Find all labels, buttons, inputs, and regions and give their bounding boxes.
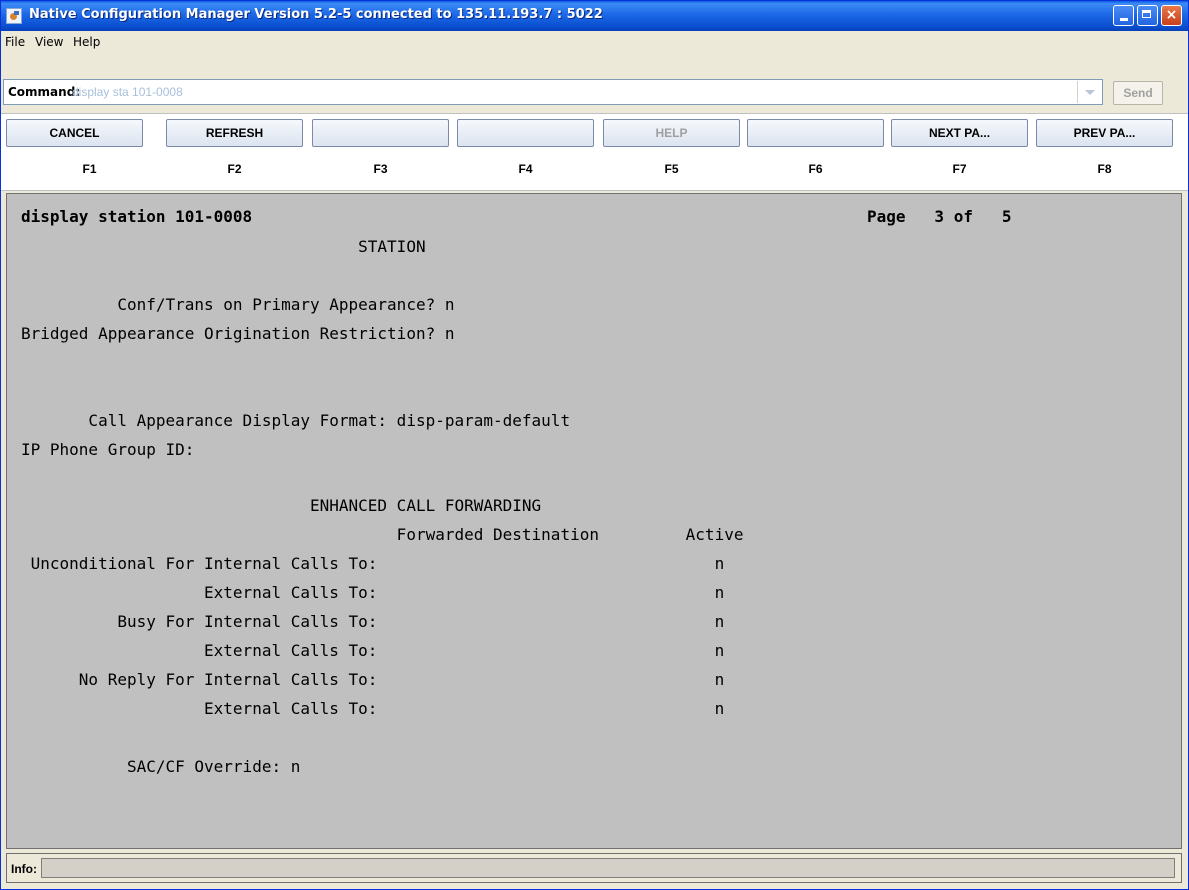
terminal-screen[interactable]: display station 101-0008 Page 3 of 5 STA…: [6, 193, 1182, 849]
java-app-icon: [6, 8, 22, 24]
screen-line: SAC/CF Override: n: [21, 757, 301, 776]
title-bar[interactable]: Native Configuration Manager Version 5.2…: [1, 1, 1188, 31]
minimize-button[interactable]: [1113, 5, 1134, 26]
screen-line: Call Appearance Display Format: disp-par…: [21, 411, 571, 430]
f2-label: F2: [227, 162, 242, 176]
screen-line: STATION: [21, 237, 426, 256]
f6-button[interactable]: [747, 119, 884, 147]
f4-button[interactable]: [457, 119, 594, 147]
screen-header-command: display station 101-0008: [21, 207, 253, 226]
f7-label: F7: [952, 162, 967, 176]
maximize-icon: [1142, 10, 1151, 18]
screen-page-indicator: Page 3 of 5: [867, 207, 1012, 226]
f8-prev-page-button[interactable]: PREV PA...: [1036, 119, 1173, 147]
info-field: [41, 858, 1175, 878]
f1-label: F1: [82, 162, 97, 176]
screen-line: External Calls To: n: [21, 699, 725, 718]
screen-line: ENHANCED CALL FORWARDING: [21, 496, 542, 515]
f1-cancel-button[interactable]: CANCEL: [6, 119, 143, 147]
f3-label: F3: [373, 162, 388, 176]
f7-next-page-button[interactable]: NEXT PA...: [891, 119, 1028, 147]
command-history-dropdown[interactable]: [1077, 81, 1101, 103]
f5-help-button[interactable]: HELP: [603, 119, 740, 147]
command-label: Command:: [8, 85, 81, 99]
menu-bar: File View Help: [1, 31, 1188, 53]
command-bar: Command:: [3, 79, 1103, 105]
screen-line: External Calls To: n: [21, 641, 725, 660]
minimize-icon: [1120, 18, 1128, 21]
close-button[interactable]: ×: [1161, 5, 1182, 26]
screen-line: No Reply For Internal Calls To: n: [21, 670, 725, 689]
screen-line: Forwarded Destination Active: [21, 525, 744, 544]
f2-refresh-button[interactable]: REFRESH: [166, 119, 303, 147]
f5-label: F5: [664, 162, 679, 176]
window-title: Native Configuration Manager Version 5.2…: [29, 7, 603, 22]
menu-view[interactable]: View: [35, 35, 63, 49]
f3-button[interactable]: [312, 119, 449, 147]
maximize-button[interactable]: [1137, 5, 1158, 26]
screen-line: Bridged Appearance Origination Restricti…: [21, 324, 455, 343]
screen-line: Busy For Internal Calls To: n: [21, 612, 725, 631]
send-button[interactable]: Send: [1113, 81, 1163, 105]
f6-label: F6: [808, 162, 823, 176]
menu-file[interactable]: File: [5, 35, 25, 49]
screen-line: External Calls To: n: [21, 583, 725, 602]
f4-label: F4: [518, 162, 533, 176]
info-label: Info:: [11, 862, 37, 876]
screen-line: Conf/Trans on Primary Appearance? n: [21, 295, 455, 314]
function-key-bar: CANCEL REFRESH HELP NEXT PA... PREV PA..…: [1, 113, 1188, 191]
info-bar: Info:: [6, 853, 1182, 883]
f8-label: F8: [1097, 162, 1112, 176]
screen-line: Unconditional For Internal Calls To: n: [21, 554, 725, 573]
app-window: Native Configuration Manager Version 5.2…: [0, 0, 1189, 890]
menu-help[interactable]: Help: [73, 35, 100, 49]
screen-line: IP Phone Group ID:: [21, 440, 195, 459]
command-input[interactable]: [72, 82, 1072, 102]
